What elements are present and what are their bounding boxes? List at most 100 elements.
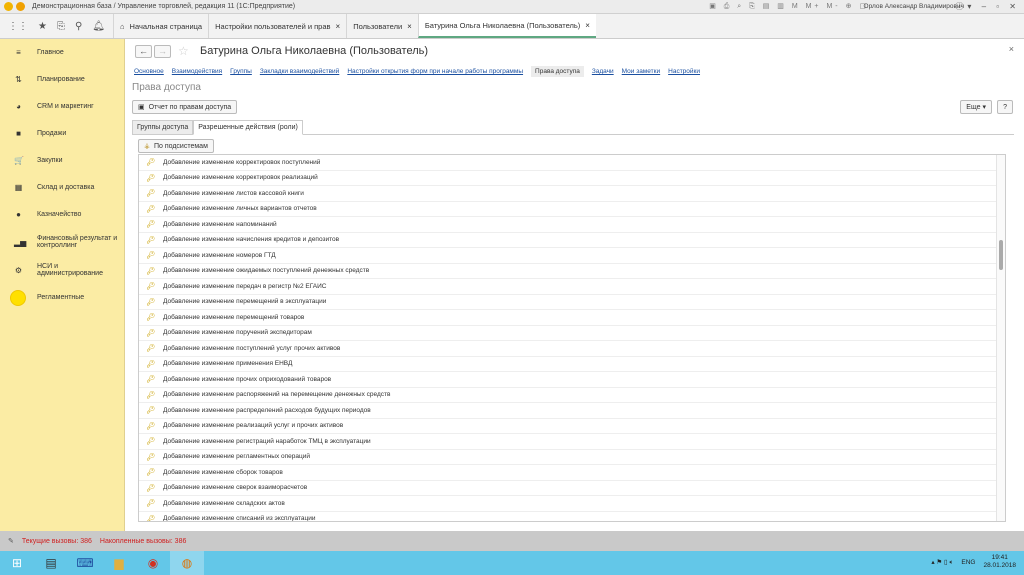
role-name: Добавление изменение ожидаемых поступлен… bbox=[163, 267, 370, 275]
window-title: Демонстрационная база / Управление торго… bbox=[32, 3, 296, 10]
list-item[interactable]: 🔑︎ Добавление изменение складских актов bbox=[139, 496, 1005, 512]
sidebar-item-label: Планирование bbox=[37, 76, 85, 83]
list-item[interactable]: 🔑︎ Добавление изменение поручений экспеди… bbox=[139, 326, 1005, 341]
close-form-icon[interactable]: × bbox=[1009, 44, 1014, 54]
accumulated-calls: Накопленные вызовы: 386 bbox=[99, 537, 187, 545]
current-user[interactable]: Орлов Александр Владимирович bbox=[864, 3, 964, 10]
key-icon: 🔑︎ bbox=[146, 438, 156, 446]
tab-users[interactable]: Пользователи × bbox=[346, 14, 418, 38]
close-icon[interactable]: × bbox=[336, 22, 341, 31]
sidebar-item[interactable]: ⇅ Планирование bbox=[0, 66, 124, 93]
info-icon: ✎ bbox=[8, 538, 14, 545]
powershell-icon[interactable]: ⌨ bbox=[68, 556, 102, 570]
section-icon: ≡ bbox=[16, 48, 21, 57]
key-icon: 🔑︎ bbox=[146, 314, 156, 322]
tab-home[interactable]: ⌂ Начальная страница bbox=[113, 14, 208, 38]
form-link[interactable]: Права доступа bbox=[531, 66, 584, 77]
list-item[interactable]: 🔑︎ Добавление изменение распоряжений на п… bbox=[139, 388, 1005, 403]
bell-icon[interactable]: 🔔︎ bbox=[92, 21, 105, 32]
role-name: Добавление изменение поступлений услуг п… bbox=[163, 344, 341, 352]
role-name: Добавление изменение корректировок посту… bbox=[163, 158, 321, 166]
by-subsystems-button[interactable]: ⚶ По подсистемам bbox=[138, 139, 214, 153]
list-item[interactable]: 🔑︎ Добавление изменение регистраций нараб… bbox=[139, 434, 1005, 450]
role-name: Добавление изменение начисления кредитов… bbox=[163, 236, 340, 244]
file-explorer-icon[interactable]: ▆ bbox=[102, 556, 136, 570]
form-link[interactable]: Мои заметки bbox=[622, 68, 660, 75]
sidebar-item[interactable]: Регламентные bbox=[0, 284, 124, 311]
key-icon: 🔑︎ bbox=[146, 267, 156, 275]
toolbar-icons[interactable]: ▣ ⎙ ⌕ ⎘ ▤ ▥ M M+ M- ⊕ ▢ bbox=[709, 2, 869, 11]
app-logo-icon[interactable] bbox=[4, 2, 13, 11]
list-item[interactable]: 🔑︎ Добавление изменение ожидаемых поступл… bbox=[139, 264, 1005, 279]
back-button[interactable]: ← bbox=[135, 45, 152, 58]
forward-button[interactable]: → bbox=[154, 45, 171, 58]
sidebar-item-label: Закупки bbox=[37, 157, 63, 164]
tray-icons[interactable]: ▴ ⚑ ▯ 🔈︎ bbox=[931, 558, 953, 567]
list-item[interactable]: 🔑︎ Добавление изменение начисления кредит… bbox=[139, 233, 1005, 248]
list-item[interactable]: 🔑︎ Добавление изменение применения ЕНВД bbox=[139, 357, 1005, 372]
windows-start-icon[interactable]: ⊞ bbox=[0, 556, 34, 570]
sidebar-item[interactable]: ■ Продажи bbox=[0, 120, 124, 147]
server-manager-icon[interactable]: ▤ bbox=[34, 556, 68, 570]
form-link[interactable]: Закладки взаимодействий bbox=[260, 68, 339, 75]
sidebar-item[interactable]: ▦ Склад и доставка bbox=[0, 174, 124, 201]
list-item[interactable]: 🔑︎ Добавление изменение сверок взаиморасч… bbox=[139, 481, 1005, 496]
list-item[interactable]: 🔑︎ Добавление изменение номеров ГТД bbox=[139, 248, 1005, 264]
tab-access-groups[interactable]: Группы доступа bbox=[132, 120, 194, 135]
chrome-icon[interactable]: ◉ bbox=[136, 556, 170, 570]
clock[interactable]: 19:41 28.01.2018 bbox=[983, 554, 1016, 570]
list-item[interactable]: 🔑︎ Добавление изменение распределений рас… bbox=[139, 403, 1005, 419]
sidebar-item[interactable]: ⚙ НСИ и администрирование bbox=[0, 256, 124, 284]
form-link[interactable]: Основное bbox=[134, 68, 164, 75]
scrollbar[interactable] bbox=[996, 155, 1005, 521]
sidebar-item[interactable]: ◕ CRM и маркетинг bbox=[0, 93, 124, 120]
help-button[interactable]: ? bbox=[997, 100, 1013, 114]
list-item[interactable]: 🔑︎ Добавление изменение перемещений в экс… bbox=[139, 295, 1005, 310]
history-icon[interactable]: ⎘ bbox=[57, 21, 65, 32]
role-name: Добавление изменение прочих оприходовани… bbox=[163, 375, 332, 383]
close-icon[interactable]: × bbox=[407, 22, 412, 31]
window-controls[interactable]: ⓘ▾ – ▫ ✕ bbox=[955, 1, 1020, 12]
key-icon: 🔑︎ bbox=[146, 190, 156, 198]
roles-list: 🔑︎ Добавление изменение корректировок пос… bbox=[138, 154, 1006, 522]
taskbar: ⊞ ▤ ⌨ ▆ ◉ ◍ ▴ ⚑ ▯ 🔈︎ ENG 19:41 28.01.2018 bbox=[0, 551, 1024, 575]
sidebar-item[interactable]: 🛒 Закупки bbox=[0, 147, 124, 174]
tab-allowed-actions[interactable]: Разрешенные действия (роли) bbox=[193, 120, 303, 135]
sidebar-item[interactable]: ≡ Главное bbox=[0, 39, 124, 66]
sidebar-item[interactable]: ▂▅ Финансовый результат и контроллинг bbox=[0, 228, 124, 256]
favorites-star-icon[interactable]: ★ bbox=[38, 21, 47, 32]
list-item[interactable]: 🔑︎ Добавление изменение регламентных опер… bbox=[139, 450, 1005, 465]
list-item[interactable]: 🔑︎ Добавление изменение корректировок пос… bbox=[139, 155, 1005, 171]
form-link[interactable]: Настройки открытия форм при начале работ… bbox=[347, 68, 523, 75]
form-link[interactable]: Взаимодействия bbox=[172, 68, 222, 75]
role-name: Добавление изменение распределений расхо… bbox=[163, 406, 371, 414]
tab-user-card[interactable]: Батурина Ольга Николаевна (Пользователь)… bbox=[417, 14, 596, 38]
list-item[interactable]: 🔑︎ Добавление изменение сборок товаров bbox=[139, 465, 1005, 481]
list-item[interactable]: 🔑︎ Добавление изменение списаний из экспл… bbox=[139, 512, 1005, 521]
access-report-button[interactable]: ▣ Отчет по правам доступа bbox=[132, 100, 238, 114]
language-indicator[interactable]: ENG bbox=[961, 559, 975, 566]
list-item[interactable]: 🔑︎ Добавление изменение поступлений услуг… bbox=[139, 341, 1005, 357]
menu-icon[interactable] bbox=[16, 2, 25, 11]
list-item[interactable]: 🔑︎ Добавление изменение напоминаний bbox=[139, 217, 1005, 233]
form-link[interactable]: Группы bbox=[230, 68, 252, 75]
form-link[interactable]: Настройки bbox=[668, 68, 700, 75]
form-link[interactable]: Задачи bbox=[592, 68, 614, 75]
search-icon[interactable]: ⚲ bbox=[75, 21, 82, 32]
list-item[interactable]: 🔑︎ Добавление изменение перемещений товар… bbox=[139, 310, 1005, 326]
list-item[interactable]: 🔑︎ Добавление изменение прочих оприходова… bbox=[139, 372, 1005, 388]
close-icon[interactable]: × bbox=[585, 21, 590, 30]
list-item[interactable]: 🔑︎ Добавление изменение реализаций услуг … bbox=[139, 419, 1005, 434]
list-item[interactable]: 🔑︎ Добавление изменение личных вариантов … bbox=[139, 202, 1005, 217]
sidebar-item[interactable]: ● Казначейство bbox=[0, 201, 124, 228]
list-item[interactable]: 🔑︎ Добавление изменение передач в регистр… bbox=[139, 279, 1005, 295]
list-item[interactable]: 🔑︎ Добавление изменение корректировок реа… bbox=[139, 171, 1005, 186]
home-icon: ⌂ bbox=[120, 21, 125, 31]
1c-icon[interactable]: ◍ bbox=[170, 551, 204, 575]
tab-user-settings[interactable]: Настройки пользователей и прав × bbox=[208, 14, 346, 38]
more-button[interactable]: Еще ▾ bbox=[960, 100, 992, 114]
apps-grid-icon[interactable]: ⋮⋮ bbox=[8, 21, 28, 32]
favorite-star-icon[interactable]: ☆ bbox=[178, 44, 189, 58]
scrollbar-thumb[interactable] bbox=[999, 239, 1003, 270]
list-item[interactable]: 🔑︎ Добавление изменение листов кассовой к… bbox=[139, 186, 1005, 202]
